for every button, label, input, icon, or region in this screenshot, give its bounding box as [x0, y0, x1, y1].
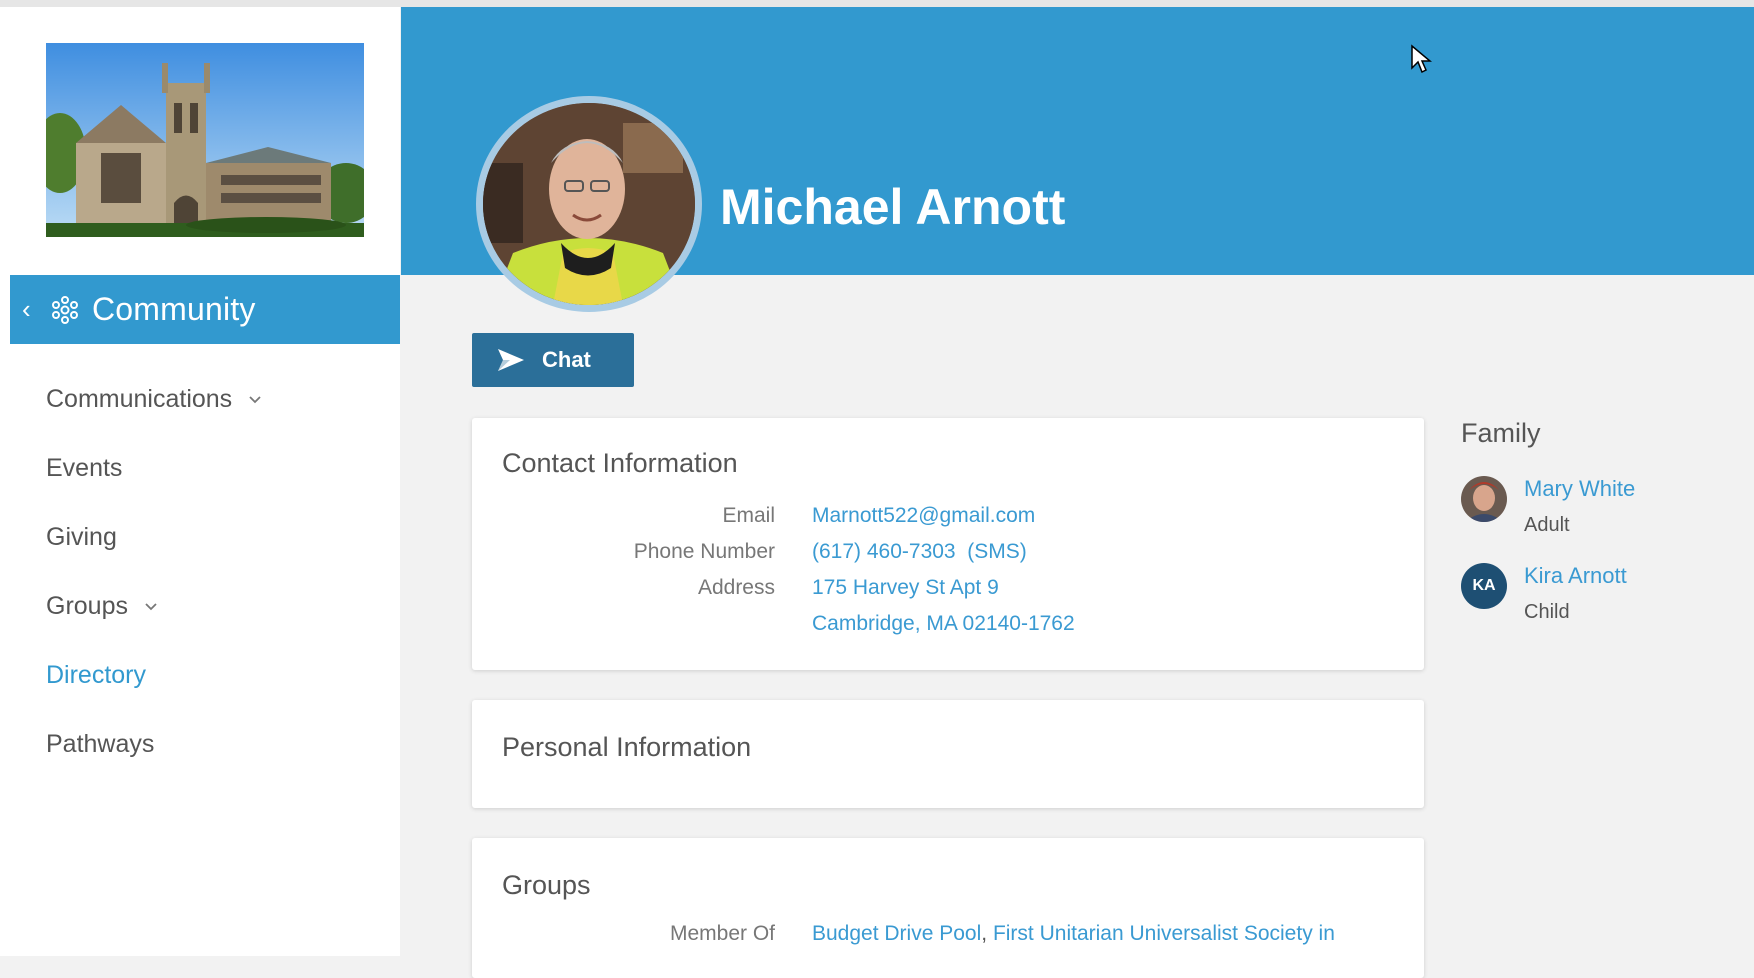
sidebar-item-communications[interactable]: Communications: [0, 365, 400, 434]
profile-name: Michael Arnott: [720, 179, 1066, 235]
family-member-role: Child: [1524, 601, 1570, 623]
sidebar-nav: Communications Events Giving Groups Dire…: [0, 365, 400, 779]
email-link[interactable]: Marnott522@gmail.com: [812, 504, 1035, 528]
groups-title: Groups: [502, 870, 591, 900]
family-member-initials-avatar[interactable]: KA: [1461, 563, 1507, 609]
phone-label: Phone Number: [633, 540, 775, 563]
member-of-label: Member Of: [669, 922, 775, 945]
sidebar-item-label: Giving: [46, 523, 117, 551]
family-member-avatar[interactable]: [1461, 476, 1507, 522]
profile-avatar: [476, 96, 702, 312]
address-line2-link[interactable]: Cambridge, MA 02140-1762: [812, 612, 1075, 636]
chevron-left-icon[interactable]: ‹: [22, 294, 44, 325]
address-label: Address: [697, 576, 775, 599]
sidebar-item-pathways[interactable]: Pathways: [0, 710, 400, 779]
personal-information-card[interactable]: Personal Information: [472, 700, 1424, 808]
sidebar-item-label: Communications: [46, 385, 233, 413]
group-separator: ,: [981, 922, 993, 945]
family-member: KA Kira Arnott Child: [1461, 563, 1721, 643]
send-icon: [498, 349, 524, 371]
sidebar-item-label: Pathways: [46, 730, 155, 758]
chat-button[interactable]: Chat: [472, 333, 634, 387]
family-title: Family: [1461, 418, 1541, 448]
contact-information-title: Contact Information: [502, 448, 738, 478]
sidebar-item-events[interactable]: Events: [0, 434, 400, 503]
sidebar-item-label: Directory: [46, 661, 147, 689]
member-of-values: Budget Drive Pool, First Unitarian Unive…: [812, 922, 1335, 946]
family-member-name-link[interactable]: Mary White: [1524, 476, 1635, 502]
chevron-down-icon: [248, 395, 262, 405]
church-banner-image: [46, 43, 364, 237]
community-title: Community: [92, 291, 256, 327]
sidebar-item-label: Groups: [46, 592, 128, 620]
contact-information-card: Contact Information Email Marnott522@gma…: [472, 418, 1424, 670]
family-member-role: Adult: [1524, 514, 1570, 536]
groups-card: Groups Member Of Budget Drive Pool, Firs…: [472, 838, 1424, 978]
family-member: Mary White Adult: [1461, 476, 1721, 556]
address-line1-link[interactable]: 175 Harvey St Apt 9: [812, 576, 999, 600]
chat-button-label: Chat: [542, 347, 591, 372]
email-label: Email: [722, 504, 775, 527]
sidebar: ‹ Community Communications Events Giving…: [0, 7, 400, 956]
community-section-header[interactable]: ‹ Community: [10, 275, 400, 344]
phone-link[interactable]: (617) 460-7303 (SMS): [812, 540, 1027, 564]
group-link[interactable]: First Unitarian Universalist Society in: [993, 922, 1335, 945]
group-link[interactable]: Budget Drive Pool: [812, 922, 981, 945]
mouse-cursor-icon: [1410, 44, 1433, 79]
family-member-name-link[interactable]: Kira Arnott: [1524, 563, 1627, 589]
sidebar-item-label: Events: [46, 454, 123, 482]
sidebar-item-directory[interactable]: Directory: [0, 641, 400, 710]
community-icon: [50, 295, 80, 325]
sidebar-item-giving[interactable]: Giving: [0, 503, 400, 572]
personal-information-title: Personal Information: [502, 732, 752, 762]
top-border: [0, 0, 1754, 7]
sidebar-item-groups[interactable]: Groups: [0, 572, 400, 641]
chevron-down-icon: [144, 602, 158, 612]
